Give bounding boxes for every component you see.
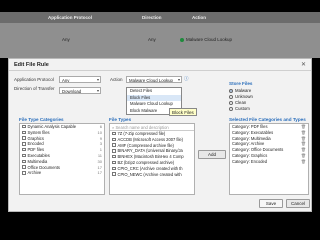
checkbox-icon	[22, 171, 26, 175]
chevron-down-icon: ▾	[96, 88, 99, 93]
file-types-title: File Types	[109, 117, 132, 122]
header-application-protocol: Application Protocol	[48, 15, 93, 20]
row-action: Malware Cloud Lookup	[180, 37, 232, 42]
checkbox-icon	[229, 94, 233, 99]
store-option-custom[interactable]: Custom	[229, 106, 250, 111]
action-label: Action	[110, 77, 123, 82]
selected-title: Selected File Categories and Types	[229, 117, 306, 122]
checkbox-icon	[112, 131, 116, 136]
top-letterbox	[0, 0, 320, 12]
checkbox-icon	[112, 149, 116, 153]
list-item[interactable]: CPIO_NEWC (Archive created with	[110, 172, 194, 178]
list-item[interactable]: Archive 17	[20, 170, 104, 176]
checkbox-icon	[112, 172, 116, 176]
application-protocol-label: Application Protocol	[14, 77, 54, 82]
checkbox-icon	[22, 159, 26, 164]
bottom-letterbox	[0, 212, 320, 240]
status-dot-icon	[180, 37, 184, 42]
block-files-tooltip: Block Files	[169, 108, 197, 116]
checkbox-icon	[229, 100, 233, 105]
direction-label: Direction of Transfer	[14, 86, 55, 91]
trash-icon[interactable]: 🗑	[301, 159, 306, 165]
close-icon[interactable]: ✕	[301, 61, 306, 68]
row-direction: Any	[148, 37, 156, 42]
checkbox-icon	[22, 165, 26, 169]
checkbox-icon	[22, 142, 26, 146]
dialog-title: Edit File Rule	[9, 59, 311, 71]
checkbox-icon	[22, 124, 26, 129]
row-protocol: Any	[62, 37, 70, 42]
header-direction: Direction	[142, 15, 162, 20]
checkbox-icon	[229, 106, 233, 111]
file-type-categories-list: Dynamic Analysis Capable 6 System files 10…	[19, 123, 105, 195]
store-files-title: Store Files	[229, 81, 253, 86]
store-option-clean[interactable]: Clean	[229, 100, 246, 105]
list-item[interactable]: Category: Encoded 🗑	[230, 159, 308, 165]
header-action: Action	[192, 15, 206, 20]
store-option-unknown[interactable]: Unknown	[229, 94, 253, 99]
checkbox-icon	[112, 143, 116, 147]
selected-list: Category: PDF files 🗑 Category: Executabl…	[229, 123, 309, 195]
checkbox-icon	[22, 130, 26, 135]
checkbox-icon	[112, 137, 116, 142]
info-icon: ⓘ	[184, 76, 189, 81]
application-protocol-select[interactable]: Any ▾	[59, 76, 101, 83]
checkbox-icon	[112, 154, 116, 159]
checkbox-icon	[22, 153, 26, 158]
cancel-button[interactable]: Cancel	[286, 199, 310, 208]
search-input[interactable]: ⌕ Search name and description	[110, 124, 194, 131]
chevron-down-icon: ▾	[96, 77, 99, 82]
direction-select[interactable]: Download ▾	[59, 87, 101, 94]
action-select[interactable]: Malware Cloud Lookup ▾	[126, 76, 182, 83]
store-option-malware[interactable]: Malware	[229, 88, 251, 93]
file-types-list: ⌕ Search name and description 7Z (7-Zip …	[109, 123, 195, 195]
file-type-categories-title: File Type Categories	[19, 117, 64, 122]
table-row[interactable]: Any Any Malware Cloud Lookup	[0, 34, 320, 48]
checkbox-icon	[112, 160, 116, 165]
background-rules-table: Application Protocol Direction Action An…	[0, 12, 320, 58]
table-header: Application Protocol Direction Action	[0, 12, 320, 23]
chevron-down-icon: ▾	[177, 77, 180, 82]
save-button[interactable]: Save	[259, 199, 283, 208]
add-button[interactable]: Add	[198, 150, 226, 159]
checkbox-checked-icon	[229, 88, 233, 93]
checkbox-icon	[22, 147, 26, 152]
checkbox-icon	[112, 166, 116, 171]
checkbox-icon	[22, 136, 26, 140]
edit-file-rule-dialog: Edit File Rule ✕ Application Protocol An…	[8, 58, 312, 212]
